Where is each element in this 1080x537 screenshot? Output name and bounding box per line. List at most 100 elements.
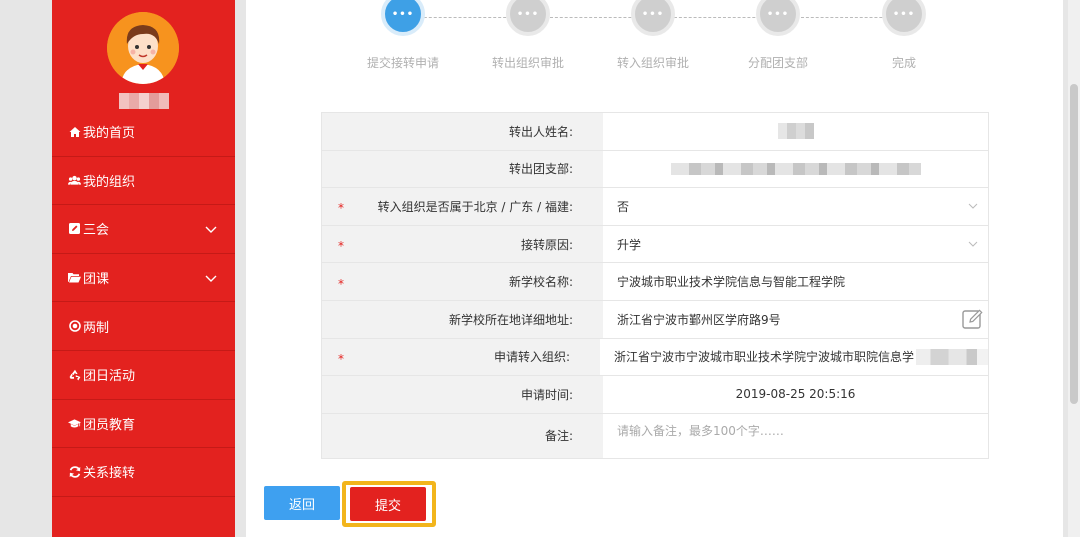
step-label: 转出组织审批 <box>491 56 564 70</box>
folder-open-icon <box>68 271 81 284</box>
graduation-cap-icon <box>68 417 81 430</box>
form-row-in-beijing: * 转入组织是否属于北京 / 广东 / 福建: 否 <box>322 188 988 226</box>
school-name-input[interactable]: 宁波城市职业技术学院信息与智能工程学院 <box>603 263 988 300</box>
chevron-down-icon <box>968 241 978 247</box>
home-icon <box>68 125 81 138</box>
edit-icon <box>68 222 81 235</box>
form-row-out-branch: 转出团支部: <box>322 150 988 189</box>
in-beijing-select[interactable]: 否 <box>603 188 988 225</box>
time-text: 2019-08-25 20:5:16 <box>735 387 856 402</box>
field-label-wrap: * 转入组织是否属于北京 / 广东 / 福建: <box>322 188 603 225</box>
transfer-form: 转出人姓名: 转出团支部: * 转入组织是否属于北京 / 广东 / 福建: 否 … <box>321 112 989 459</box>
sidebar-item-label: 三会 <box>83 223 110 239</box>
school-address-input[interactable]: 浙江省宁波市鄞州区学府路9号 <box>603 300 988 338</box>
sidebar: 我的首页 我的组织 三会 团课 两制 团日活动 团员教育 关系接转 <box>52 0 235 537</box>
sidebar-item-label: 团日活动 <box>83 369 136 385</box>
sidebar-item-three-meetings[interactable]: 三会 <box>52 205 235 254</box>
field-label-wrap: * 接转原因: <box>322 225 603 263</box>
step-label: 提交接转申请 <box>366 56 439 70</box>
field-label: 新学校所在地详细地址: <box>322 300 603 338</box>
submit-highlight: 提交 <box>342 481 436 527</box>
required-mark: * <box>338 239 344 254</box>
form-row-target-org: * 申请转入组织: 浙江省宁波市宁波城市职业技术学院宁波城市职院信息学院 <box>322 338 988 377</box>
left-gutter <box>0 0 52 537</box>
step-in-approval: ••• 转入组织审批 <box>608 0 698 71</box>
back-button[interactable]: 返回 <box>264 486 340 520</box>
sidebar-item-my-org[interactable]: 我的组织 <box>52 157 235 206</box>
masked-branch <box>670 162 921 175</box>
avatar-illustration <box>107 12 179 84</box>
refresh-icon <box>68 465 81 478</box>
field-label: 接转原因: <box>520 237 573 252</box>
target-org-select[interactable]: 浙江省宁波市宁波城市职业技术学院宁波城市职院信息学院 <box>600 338 988 376</box>
recycle-icon <box>68 368 81 381</box>
input-value: 宁波城市职业技术学院信息与智能工程学院 <box>617 275 846 290</box>
field-label-wrap: * 新学校名称: <box>322 263 603 300</box>
users-icon <box>68 174 81 187</box>
form-row-out-name: 转出人姓名: <box>322 113 988 151</box>
sidebar-item-member-education[interactable]: 团员教育 <box>52 400 235 449</box>
required-mark: * <box>338 351 344 366</box>
apply-time-value: 2019-08-25 20:5:16 <box>603 376 988 413</box>
sidebar-item-league-day[interactable]: 团日活动 <box>52 351 235 400</box>
step-dot: ••• <box>882 0 926 36</box>
field-label: 转入组织是否属于北京 / 广东 / 福建: <box>377 199 573 214</box>
field-label-wrap: * 申请转入组织: <box>322 338 600 376</box>
step-dot: ••• <box>506 0 550 36</box>
scrollbar-thumb[interactable] <box>1070 84 1078 404</box>
step-label: 完成 <box>891 56 916 70</box>
sidebar-item-label: 团课 <box>83 272 110 288</box>
form-row-school-address: 新学校所在地详细地址: 浙江省宁波市鄞州区学府路9号 <box>322 300 988 339</box>
sidebar-item-relation-transfer[interactable]: 关系接转 <box>52 448 235 497</box>
reason-select[interactable]: 升学 <box>603 225 988 263</box>
step-submit-request: ••• 提交接转申请 <box>358 0 448 71</box>
chevron-down-icon <box>968 204 978 210</box>
required-mark: * <box>338 201 344 216</box>
sidebar-item-league-class[interactable]: 团课 <box>52 254 235 303</box>
sidebar-nav: 我的首页 我的组织 三会 团课 两制 团日活动 团员教育 关系接转 <box>52 108 235 497</box>
field-label: 转出团支部: <box>322 150 603 188</box>
sidebar-item-label: 团员教育 <box>83 417 136 433</box>
field-label: 新学校名称: <box>508 275 573 290</box>
progress-steps: ••• 提交接转申请 ••• 转出组织审批 ••• 转入组织审批 ••• 分配团… <box>246 0 1063 90</box>
masked-org-tail <box>916 348 988 365</box>
select-value: 否 <box>617 199 630 214</box>
form-row-reason: * 接转原因: 升学 <box>322 225 988 264</box>
step-dot: ••• <box>756 0 800 36</box>
step-dot: ••• <box>631 0 675 36</box>
scrollbar[interactable] <box>1068 0 1080 537</box>
field-label: 转出人姓名: <box>322 113 603 150</box>
sidebar-item-label: 关系接转 <box>83 466 136 482</box>
chevron-down-icon <box>205 226 217 233</box>
form-row-apply-time: 申请时间: 2019-08-25 20:5:16 <box>322 376 988 414</box>
step-dot: ••• <box>381 0 425 36</box>
sidebar-item-label: 两制 <box>83 320 110 336</box>
edit-icon[interactable] <box>962 308 984 330</box>
input-value: 浙江省宁波市鄞州区学府路9号 <box>617 312 781 327</box>
step-label: 转入组织审批 <box>616 56 689 70</box>
step-out-approval: ••• 转出组织审批 <box>483 0 573 71</box>
sidebar-item-home[interactable]: 我的首页 <box>52 108 235 157</box>
select-value: 浙江省宁波市宁波城市职业技术学院宁波城市职院信息学院 <box>614 350 914 365</box>
select-value: 升学 <box>617 237 642 252</box>
field-label: 申请时间: <box>322 376 603 413</box>
dot-circle-icon <box>68 320 81 333</box>
masked-name <box>777 123 814 140</box>
form-row-remark: 备注: 请输入备注，最多100个字…… <box>322 413 988 458</box>
remark-placeholder: 请输入备注，最多100个字…… <box>617 423 784 438</box>
avatar <box>107 12 179 84</box>
sidebar-item-label: 我的首页 <box>83 126 136 142</box>
step-label: 分配团支部 <box>747 56 808 70</box>
sidebar-item-label: 我的组织 <box>83 174 136 190</box>
remark-textarea[interactable]: 请输入备注，最多100个字…… <box>603 413 988 458</box>
form-row-school-name: * 新学校名称: 宁波城市职业技术学院信息与智能工程学院 <box>322 263 988 301</box>
sidebar-item-two-systems[interactable]: 两制 <box>52 302 235 351</box>
field-label: 备注: <box>322 413 603 458</box>
step-complete: ••• 完成 <box>859 0 949 71</box>
step-assign-branch: ••• 分配团支部 <box>733 0 823 71</box>
out-name-value <box>603 113 988 150</box>
out-branch-value <box>603 150 988 188</box>
field-label: 申请转入组织: <box>493 350 570 365</box>
username-masked <box>119 93 169 109</box>
submit-button[interactable]: 提交 <box>350 487 426 521</box>
